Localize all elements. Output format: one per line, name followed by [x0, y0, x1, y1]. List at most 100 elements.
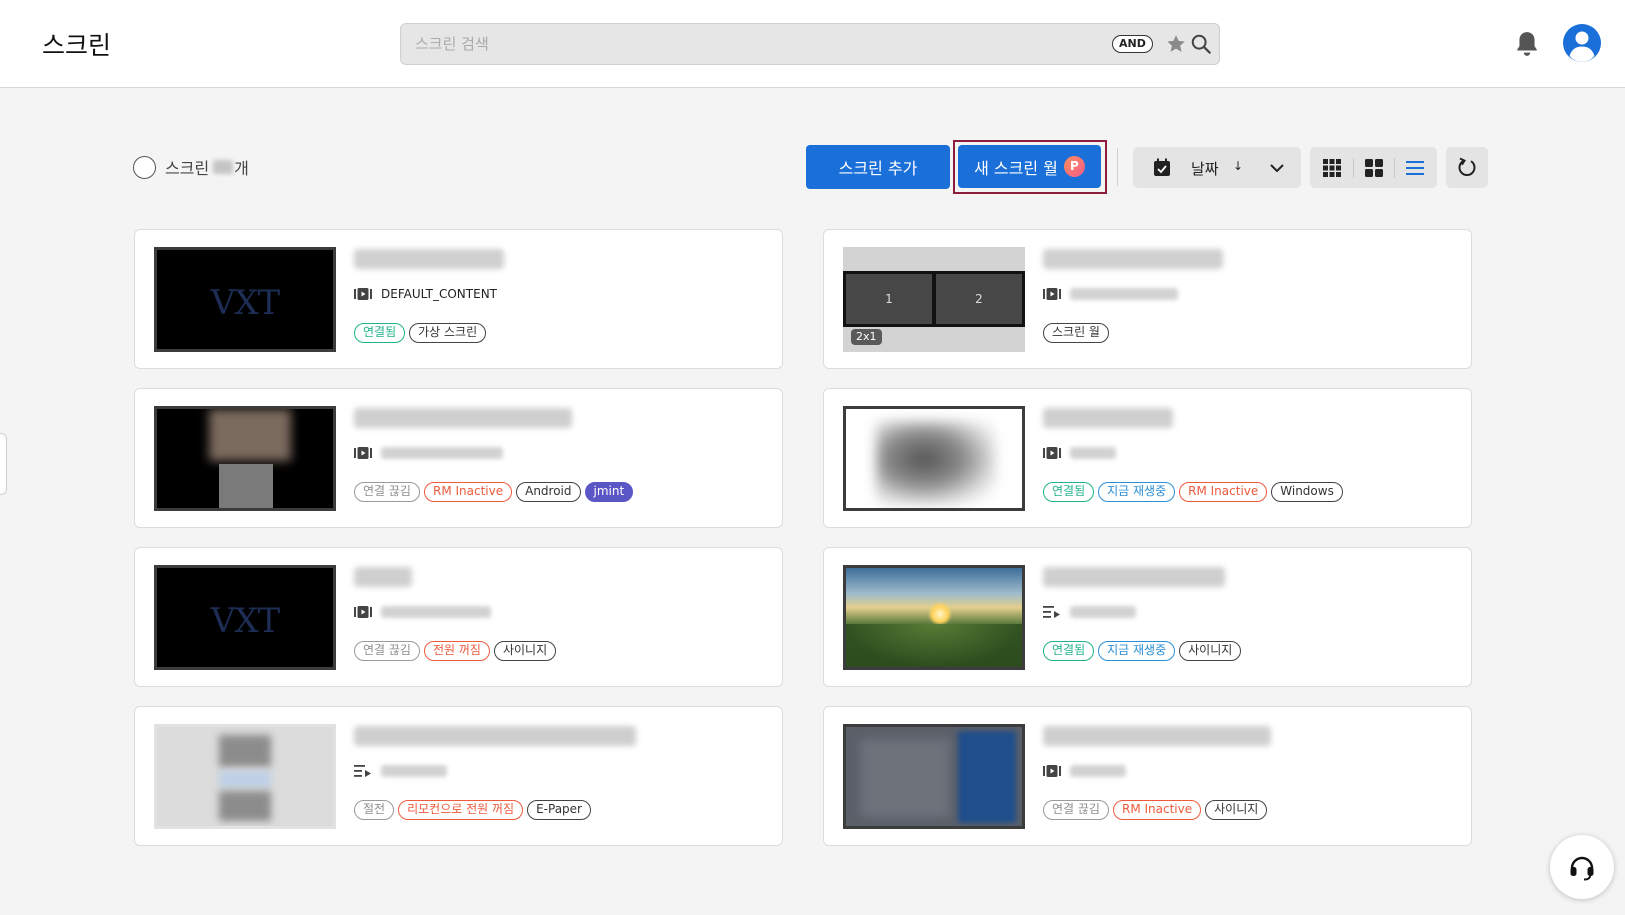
status-tag: 전원 꺼짐 [423, 641, 490, 661]
screen-count-suffix: 개 [234, 159, 249, 178]
screen-name [1043, 249, 1223, 269]
status-tag: RM Inactive [423, 482, 513, 502]
side-panel-handle[interactable] [0, 433, 7, 495]
screen-name [354, 408, 572, 428]
playlist-icon [1043, 606, 1060, 618]
star-icon[interactable] [1165, 33, 1187, 55]
content-info [354, 763, 447, 779]
content-icon [1043, 765, 1061, 777]
status-tag: 연결 끊김 [354, 641, 420, 661]
screen-card[interactable]: VXT DEFAULT_CONTENT 연결됨 가상 스크린 [134, 229, 783, 369]
screen-count-prefix: 스크린 [165, 159, 210, 178]
screen-count-label: 스크린 개 [165, 155, 249, 179]
status-tag: 지금 재생중 [1098, 482, 1176, 502]
support-button[interactable] [1550, 835, 1614, 899]
screen-card[interactable]: 연결 끊김 RM Inactive Android jmint [134, 388, 783, 528]
search-bar[interactable]: AND [400, 23, 1220, 65]
content-name [381, 447, 503, 459]
premium-badge: P [1063, 156, 1085, 177]
status-tag: jmint [584, 482, 634, 502]
playlist-icon [354, 765, 371, 777]
refresh-icon [1458, 157, 1476, 176]
content-name [381, 765, 447, 777]
sort-label: 날짜 [1191, 160, 1219, 178]
calendar-check-icon [1154, 158, 1170, 176]
content-name: DEFAULT_CONTENT [381, 287, 497, 301]
status-tag: RM Inactive [1112, 800, 1202, 820]
grid-large-icon[interactable] [1364, 158, 1384, 178]
status-tag: RM Inactive [1179, 482, 1268, 502]
chevron-down-icon[interactable] [1268, 160, 1286, 176]
search-icon[interactable] [1190, 33, 1212, 55]
screen-thumbnail [154, 406, 336, 511]
avatar[interactable] [1563, 24, 1601, 62]
screen-name [1043, 408, 1173, 428]
status-tag: 사이니지 [1179, 641, 1242, 661]
vxt-logo: VXT [210, 601, 282, 641]
status-tags: 연결됨 가상 스크린 [354, 323, 487, 343]
screen-card[interactable]: 절전 리모컨으로 전원 꺼짐 E-Paper [134, 706, 783, 846]
new-screen-wall-button[interactable]: 새 스크린 월 P [958, 145, 1101, 188]
content-info [1043, 286, 1178, 302]
thumbnail-preview [219, 735, 271, 767]
screen-thumbnail [843, 565, 1025, 670]
add-screen-button[interactable]: 스크린 추가 [806, 145, 950, 189]
screen-name [1043, 567, 1225, 587]
headset-icon [1570, 856, 1594, 881]
content-name [1070, 447, 1116, 459]
status-tag: 리모컨으로 전원 꺼짐 [398, 800, 524, 820]
content-info [1043, 604, 1136, 620]
bell-icon[interactable] [1514, 30, 1540, 58]
status-tags: 절전 리모컨으로 전원 꺼짐 E-Paper [354, 800, 591, 820]
content-name [381, 606, 491, 618]
sort-direction-icon[interactable]: ↓ [1233, 159, 1243, 173]
content-icon [354, 288, 372, 300]
top-header: 스크린 AND [0, 0, 1625, 88]
wall-cell: 1 [846, 274, 932, 324]
screen-card[interactable]: 연결됨 지금 재생중 RM Inactive Windows [823, 388, 1472, 528]
screen-thumbnail: VXT [154, 247, 336, 352]
status-tag: 연결됨 [1043, 482, 1095, 502]
status-tag: Windows [1271, 482, 1343, 502]
status-tag: 연결 끊김 [1043, 800, 1109, 820]
list-view-icon[interactable] [1405, 158, 1425, 178]
content-icon [354, 606, 372, 618]
page-title: 스크린 [42, 31, 112, 60]
screen-name [354, 249, 504, 269]
thumbnail-preview [876, 421, 996, 505]
status-tag: 사이니지 [1205, 800, 1268, 820]
screen-name [354, 726, 636, 746]
screen-thumbnail [843, 406, 1025, 511]
vxt-logo: VXT [210, 283, 282, 323]
content-info [1043, 445, 1116, 461]
content-info [354, 445, 503, 461]
content-info [354, 604, 491, 620]
screen-card[interactable]: 연결 끊김 RM Inactive 사이니지 [823, 706, 1472, 846]
wall-size-badge: 2x1 [851, 329, 882, 345]
status-tag: 절전 [354, 800, 395, 820]
user-avatar-icon [1569, 31, 1595, 62]
grid-small-icon[interactable] [1322, 158, 1342, 178]
status-tag: 연결됨 [354, 323, 406, 343]
search-input[interactable] [415, 24, 1055, 64]
thumbnail-preview [219, 791, 271, 821]
content-icon [1043, 288, 1061, 300]
svg-text:VXT: VXT [210, 601, 281, 641]
screen-card[interactable]: VXT 연결 끊김 전원 꺼짐 사이니지 [134, 547, 783, 687]
view-separator [1394, 158, 1395, 178]
status-tag: 연결됨 [1043, 641, 1095, 661]
screen-card[interactable]: 연결됨 지금 재생중 사이니지 [823, 547, 1472, 687]
wall-cell: 2 [936, 274, 1022, 324]
select-all-radio[interactable] [133, 155, 156, 179]
status-tags: 스크린 월 [1043, 323, 1109, 343]
sort-dropdown[interactable]: 날짜 ↓ [1133, 147, 1301, 188]
screen-card[interactable]: 1 2 2x1 스크린 월 [823, 229, 1472, 369]
refresh-button[interactable] [1446, 147, 1488, 188]
toolbar-divider [1117, 148, 1118, 186]
status-tag: 사이니지 [493, 641, 557, 661]
screen-count-value [213, 160, 234, 174]
status-tags: 연결 끊김 RM Inactive Android jmint [354, 482, 634, 502]
screen-thumbnail [843, 724, 1025, 829]
select-all[interactable]: 스크린 개 [133, 155, 249, 179]
and-operator-toggle[interactable]: AND [1112, 35, 1153, 53]
